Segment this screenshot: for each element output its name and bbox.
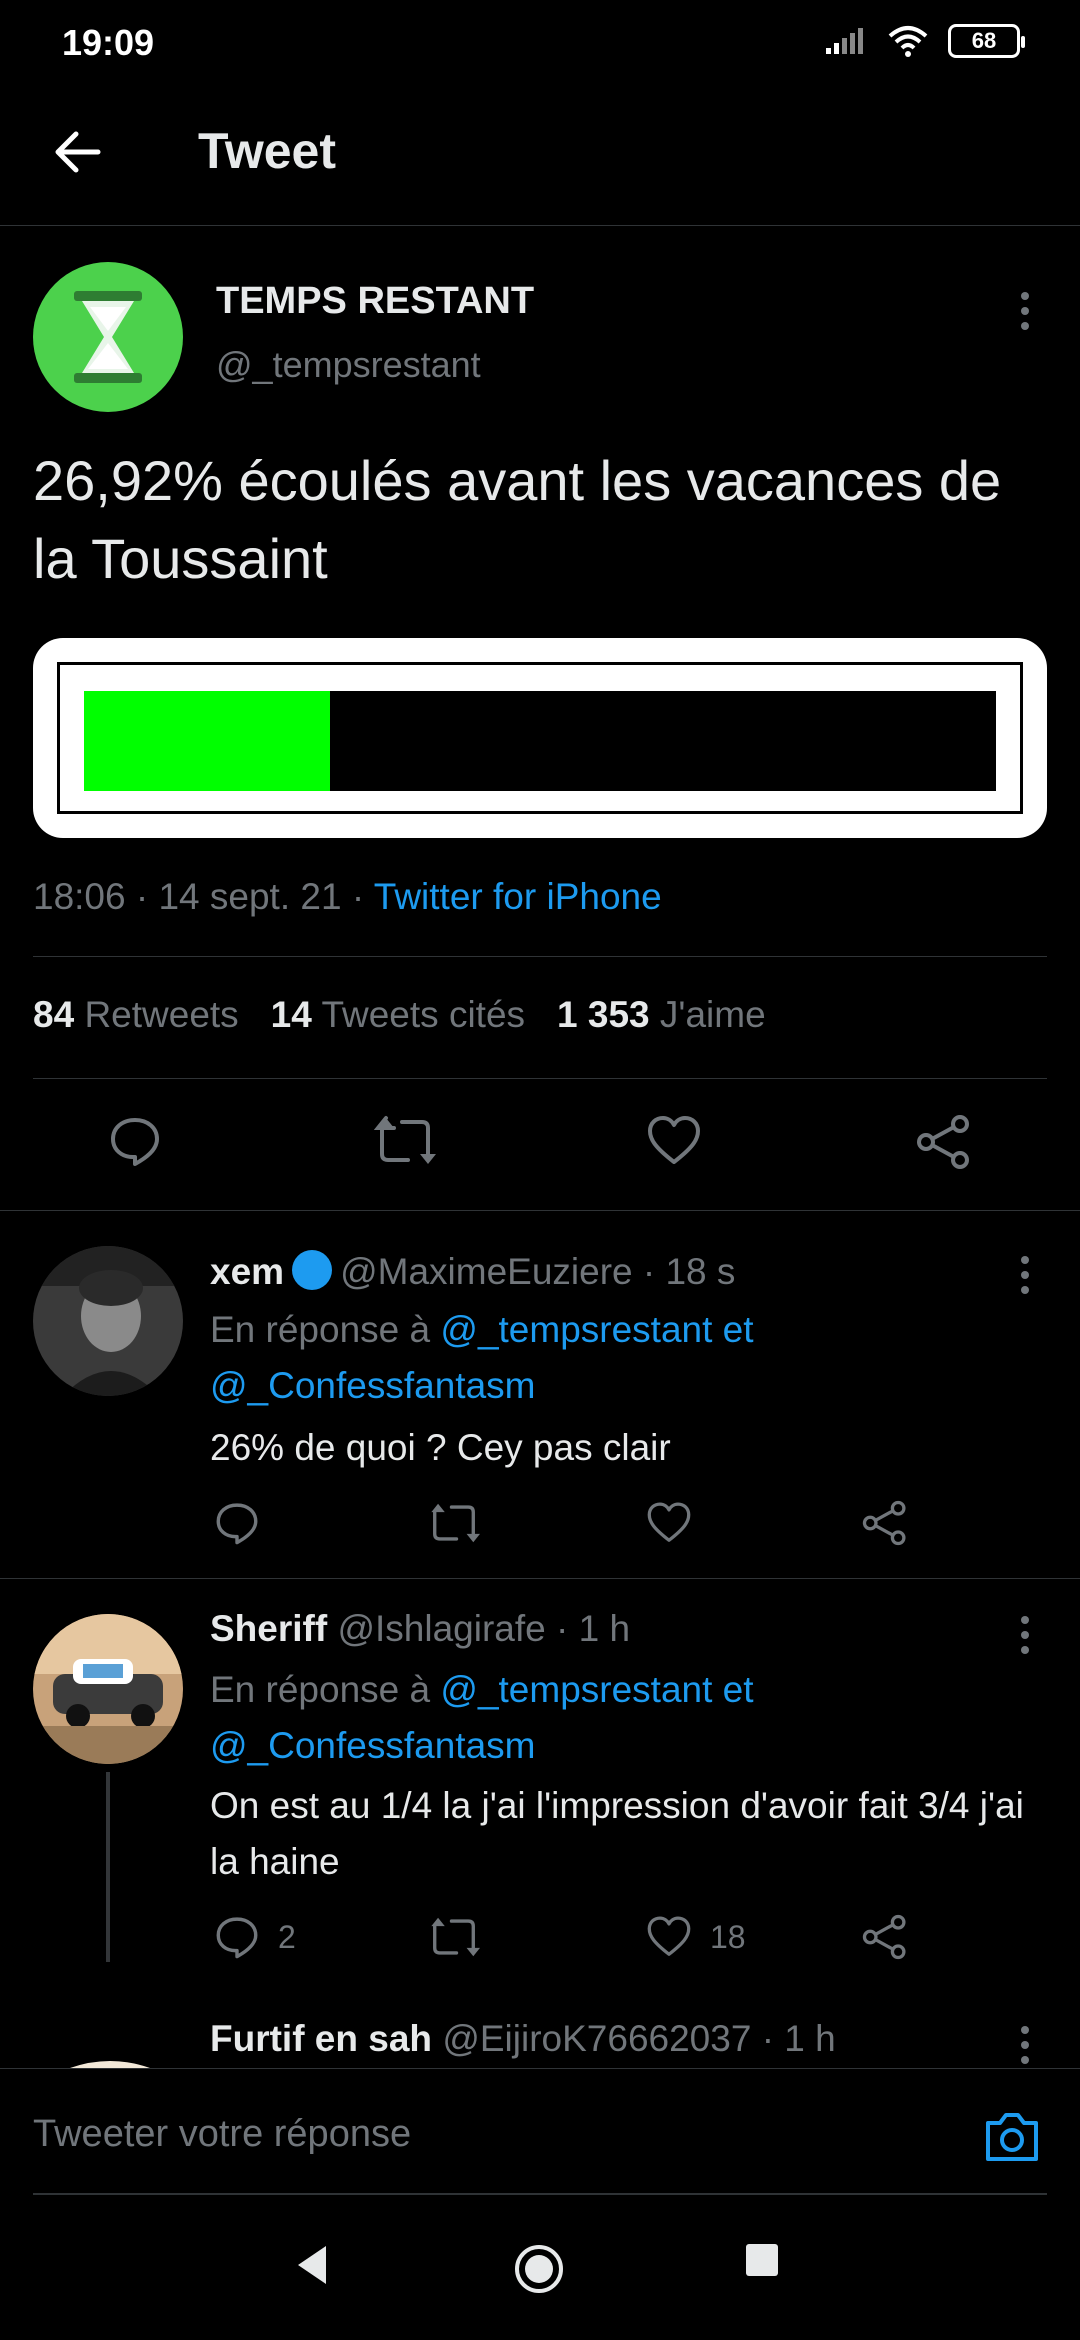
compose-underline — [33, 2193, 1047, 2195]
like-icon[interactable] — [646, 1114, 702, 1168]
like-icon — [647, 1916, 691, 1956]
author-handle[interactable]: @_tempsrestant — [216, 344, 481, 386]
reply-author-name[interactable]: xem — [210, 1251, 284, 1292]
reply-author-name[interactable]: Furtif en sah — [210, 2018, 432, 2059]
quotes-label: Tweets cités — [321, 994, 526, 1035]
tweet-meta: 18:06 · 14 sept. 21 · Twitter for iPhone — [33, 876, 662, 918]
share-icon[interactable] — [862, 1500, 908, 1546]
reply-header: xem @MaximeEuziere · 18 s — [210, 1248, 735, 1293]
reply-handle-time[interactable]: @EijiroK76662037 · 1 h — [442, 2018, 835, 2059]
reply-header: Sheriff @Ishlagirafe · 1 h — [210, 1608, 630, 1650]
thread-connector — [106, 1772, 110, 1962]
hourglass-icon — [74, 291, 142, 383]
reply-handle-time[interactable]: @MaximeEuziere · 18 s — [340, 1251, 735, 1292]
divider — [0, 1578, 1080, 1579]
retweet-icon[interactable] — [428, 1500, 480, 1546]
replying-to: En réponse à @_tempsrestant et @_Confess… — [210, 1302, 1010, 1414]
tweet-text: 26,92% écoulés avant les vacances de la … — [33, 449, 1002, 590]
tweet-source-link[interactable]: Twitter for iPhone — [374, 876, 662, 917]
replying-prefix: En réponse à — [210, 1669, 441, 1710]
reply-author-name[interactable]: Sheriff — [210, 1608, 327, 1649]
likes-stat[interactable]: 1 353 J'aime — [557, 994, 766, 1036]
more-options-icon[interactable] — [1010, 286, 1040, 336]
divider — [33, 1078, 1047, 1079]
reply-action[interactable]: 2 — [214, 1914, 296, 1960]
nav-home-icon[interactable] — [512, 2242, 566, 2296]
progress-track — [84, 691, 996, 791]
car-picture — [33, 1614, 183, 1764]
reply-handle-time[interactable]: @Ishlagirafe · 1 h — [337, 1608, 630, 1649]
signal-icon — [826, 28, 863, 54]
reply-icon — [216, 1917, 258, 1959]
reply-icon[interactable] — [108, 1114, 162, 1168]
author-avatar[interactable] — [33, 262, 183, 412]
reply-count: 2 — [278, 1918, 296, 1955]
nav-back-icon[interactable] — [292, 2242, 332, 2288]
user-photo — [33, 1246, 183, 1396]
retweets-label: Retweets — [84, 994, 239, 1035]
more-options-icon[interactable] — [1010, 2020, 1040, 2070]
replying-to: En réponse à @_tempsrestant et @_Confess… — [210, 1662, 1010, 1774]
reply-input[interactable]: Tweeter votre réponse — [33, 2113, 411, 2156]
back-arrow-icon[interactable] — [48, 122, 108, 182]
status-icons: 68 — [824, 24, 1025, 58]
reply-avatar[interactable] — [70, 2054, 150, 2068]
tweet-stats: 84 Retweets 14 Tweets cités 1 353 J'aime — [33, 994, 766, 1036]
battery-level: 68 — [971, 28, 997, 53]
status-time: 19:09 — [62, 22, 155, 63]
reply-avatar[interactable] — [33, 1246, 183, 1396]
progress-frame — [57, 662, 1023, 814]
progress-image[interactable] — [33, 638, 1047, 838]
likes-label: J'aime — [659, 994, 766, 1035]
verified-badge-icon — [292, 1250, 333, 1290]
retweet-icon[interactable] — [428, 1914, 480, 1960]
share-icon[interactable] — [862, 1914, 908, 1960]
tweet-timestamp: 18:06 · 14 sept. 21 · — [33, 876, 374, 917]
reply-text: 26% de quoi ? Cey pas clair — [210, 1427, 671, 1468]
user-photo — [70, 2061, 150, 2068]
nav-recents-icon[interactable] — [744, 2242, 780, 2278]
reply-icon[interactable] — [214, 1500, 260, 1546]
retweet-icon[interactable] — [374, 1114, 436, 1168]
page-title: Tweet — [198, 123, 336, 179]
more-options-icon[interactable] — [1010, 1250, 1040, 1300]
author-name[interactable]: TEMPS RESTANT — [216, 280, 534, 323]
compose-bar: Tweeter votre réponse — [0, 2068, 1080, 2198]
system-nav-bar — [0, 2198, 1080, 2340]
status-bar: 19:09 68 — [0, 0, 1080, 84]
retweets-stat[interactable]: 84 Retweets — [33, 994, 239, 1036]
more-options-icon[interactable] — [1010, 1610, 1040, 1660]
top-bar: Tweet — [0, 84, 1080, 226]
camera-icon[interactable] — [982, 2109, 1042, 2165]
likes-count: 1 353 — [557, 994, 650, 1035]
reply-text: On est au 1/4 la j'ai l'impression d'avo… — [210, 1785, 1024, 1882]
reply-header: Furtif en sah @EijiroK76662037 · 1 h — [210, 2018, 836, 2060]
like-action[interactable]: 18 — [646, 1914, 746, 1960]
like-count: 18 — [710, 1918, 746, 1955]
battery-icon: 68 — [948, 24, 1025, 58]
like-icon[interactable] — [646, 1500, 692, 1546]
retweets-count: 84 — [33, 994, 75, 1035]
quotes-stat[interactable]: 14 Tweets cités — [271, 994, 525, 1036]
divider — [0, 1210, 1080, 1211]
quotes-count: 14 — [270, 994, 312, 1035]
reply-avatar[interactable] — [33, 1614, 183, 1764]
progress-fill — [84, 691, 330, 791]
replying-prefix: En réponse à — [210, 1309, 441, 1350]
divider — [33, 956, 1047, 957]
wifi-icon — [888, 26, 928, 57]
share-icon[interactable] — [916, 1114, 972, 1170]
